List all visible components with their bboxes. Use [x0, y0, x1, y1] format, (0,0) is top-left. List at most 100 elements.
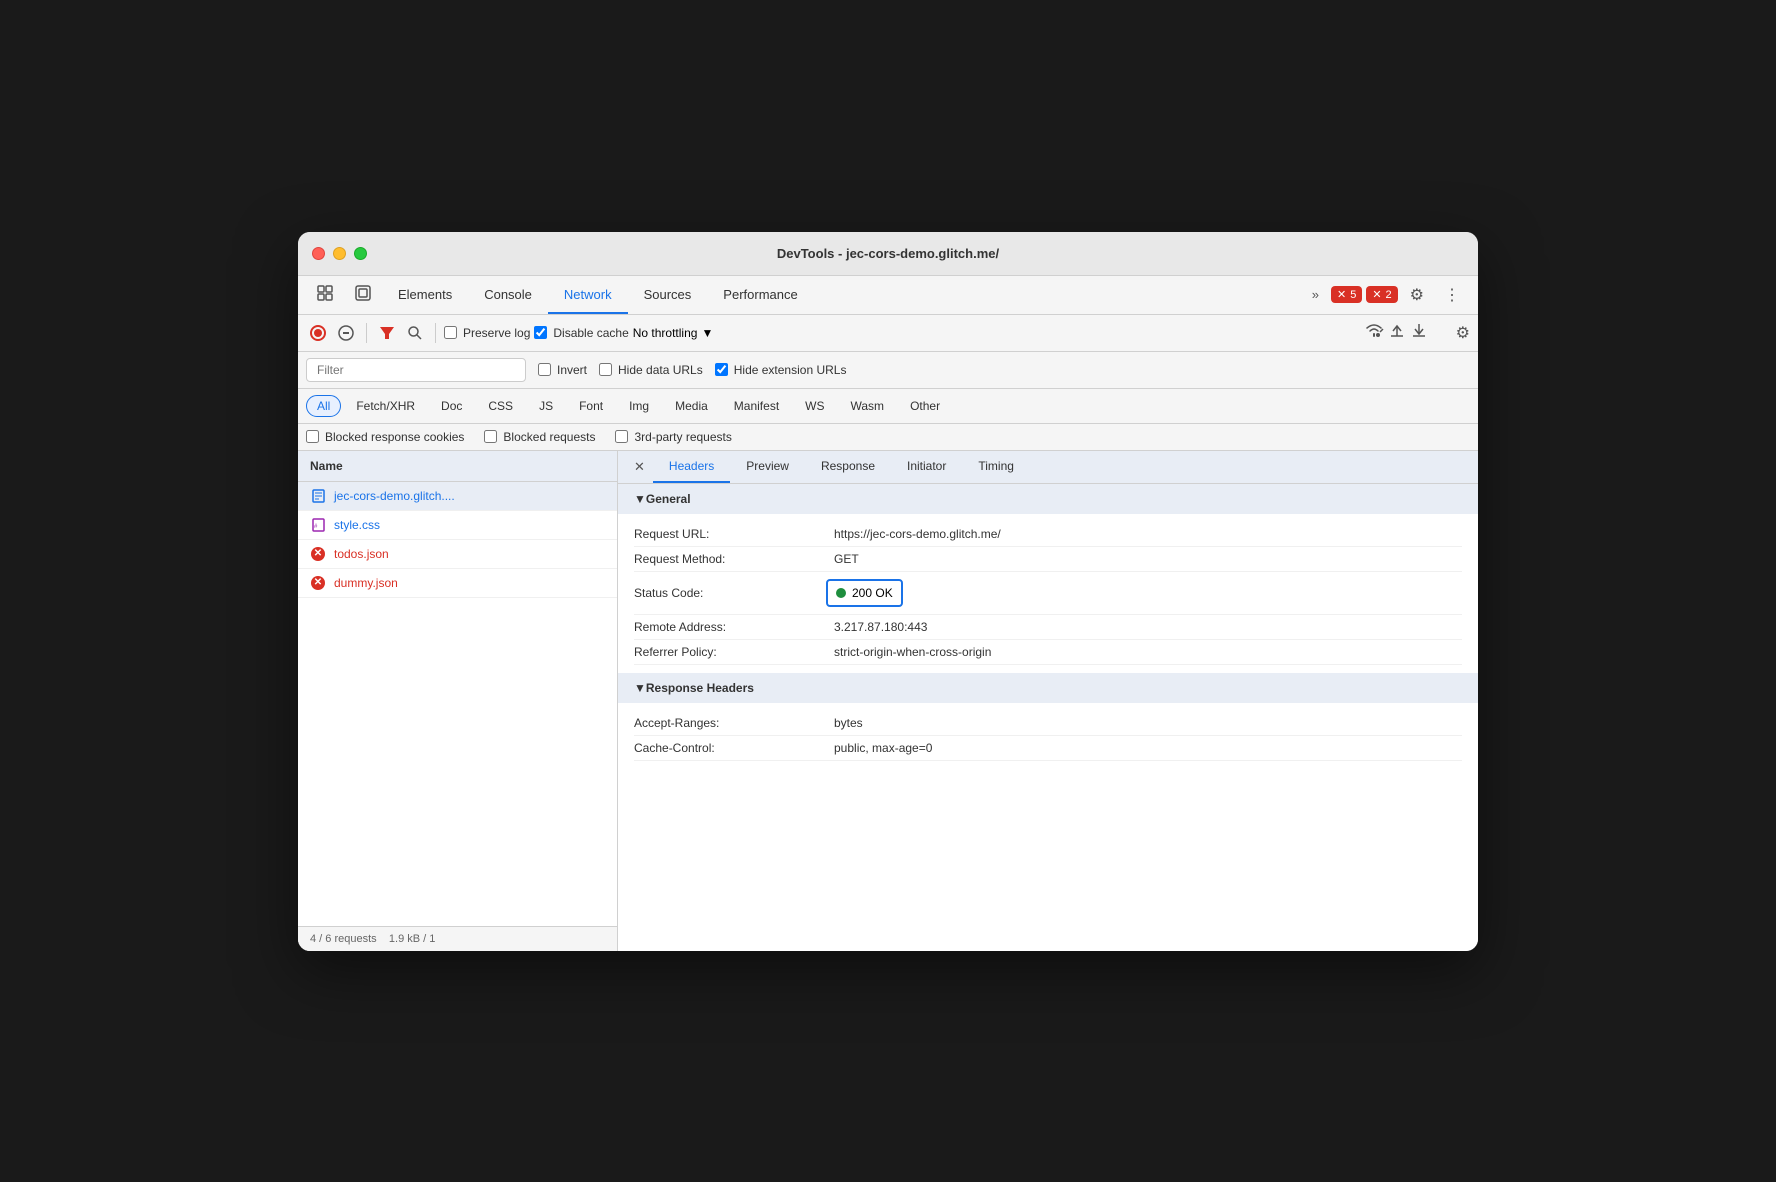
type-filter-manifest[interactable]: Manifest	[723, 395, 790, 417]
status-code-value: 200 OK	[826, 579, 903, 607]
hide-extension-urls-group: Hide extension URLs	[715, 363, 847, 377]
status-dot	[836, 588, 846, 598]
devtools-window: DevTools - jec-cors-demo.glitch.me/ Elem…	[298, 232, 1478, 951]
filter-input[interactable]	[306, 358, 526, 382]
general-section-header[interactable]: ▼General	[618, 484, 1478, 514]
hide-data-label[interactable]: Hide data URLs	[618, 363, 703, 377]
error-badge-2: ✕ 2	[1366, 286, 1397, 303]
disable-cache-label[interactable]: Disable cache	[553, 326, 628, 340]
throttle-selector[interactable]: No throttling ▼	[633, 326, 714, 340]
type-filter-ws[interactable]: WS	[794, 395, 835, 417]
error-badge-1: ✕ 5	[1331, 286, 1362, 303]
header-row-status-code: Status Code: 200 OK	[634, 572, 1462, 615]
close-button[interactable]	[312, 247, 325, 260]
list-item[interactable]: #style.css	[298, 511, 617, 540]
hide-data-checkbox[interactable]	[599, 363, 612, 376]
tab-timing[interactable]: Timing	[962, 451, 1030, 483]
toolbar-right-icons: ⚙	[1364, 321, 1470, 344]
file-item-name: dummy.json	[334, 576, 605, 590]
more-tabs-button[interactable]: »	[1302, 279, 1329, 310]
invert-checkbox[interactable]	[538, 363, 551, 376]
type-filter-js[interactable]: JS	[528, 395, 564, 417]
more-options-icon[interactable]: ⋮	[1434, 277, 1470, 313]
header-row-request-method: Request Method: GET	[634, 547, 1462, 572]
main-content: Name jec-cors-demo.glitch....#style.css✕…	[298, 451, 1478, 951]
type-filter-img[interactable]: Img	[618, 395, 660, 417]
network-settings-icon[interactable]: ⚙	[1456, 323, 1470, 343]
tab-network[interactable]: Network	[548, 277, 628, 314]
response-headers-section-header[interactable]: ▼Response Headers	[618, 673, 1478, 703]
type-filter-all[interactable]: All	[306, 395, 341, 417]
header-row-request-url: Request URL: https://jec-cors-demo.glitc…	[634, 522, 1462, 547]
svg-text:#: #	[314, 524, 318, 530]
settings-icon[interactable]: ⚙	[1400, 277, 1434, 313]
header-row-cache-control: Cache-Control: public, max-age=0	[634, 736, 1462, 761]
third-party-checkbox[interactable]	[615, 430, 628, 443]
blocked-requests-label[interactable]: Blocked requests	[503, 430, 595, 444]
tab-preview[interactable]: Preview	[730, 451, 805, 483]
invert-label[interactable]: Invert	[557, 363, 587, 377]
header-row-referrer-policy: Referrer Policy: strict-origin-when-cros…	[634, 640, 1462, 665]
tab-console[interactable]: Console	[468, 277, 548, 314]
list-item[interactable]: ✕todos.json	[298, 540, 617, 569]
hide-extension-checkbox[interactable]	[715, 363, 728, 376]
file-list-header: Name	[298, 451, 617, 482]
tab-response[interactable]: Response	[805, 451, 891, 483]
chevron-down-icon: ▼	[701, 326, 713, 340]
third-party-item: 3rd-party requests	[615, 430, 731, 444]
upload-icon[interactable]	[1388, 321, 1406, 344]
toolbar-divider-2	[435, 323, 436, 343]
right-panel: ✕ Headers Preview Response Initiator Tim…	[618, 451, 1478, 951]
record-button[interactable]	[306, 321, 330, 345]
disable-cache-checkbox[interactable]	[534, 326, 547, 339]
type-filter-font[interactable]: Font	[568, 395, 614, 417]
tab-performance[interactable]: Performance	[707, 277, 813, 314]
type-filter-wasm[interactable]: Wasm	[840, 395, 896, 417]
tab-sources[interactable]: Sources	[628, 277, 708, 314]
type-filter-bar: AllFetch/XHRDocCSSJSFontImgMediaManifest…	[298, 389, 1478, 424]
list-item[interactable]: jec-cors-demo.glitch....	[298, 482, 617, 511]
search-button[interactable]	[403, 321, 427, 345]
file-list: jec-cors-demo.glitch....#style.css✕todos…	[298, 482, 617, 926]
hide-extension-label[interactable]: Hide extension URLs	[734, 363, 847, 377]
inspect-icon[interactable]	[344, 276, 382, 314]
css-icon: #	[310, 517, 326, 533]
list-item[interactable]: ✕ dummy.json	[298, 569, 617, 598]
preserve-log-label[interactable]: Preserve log	[463, 326, 530, 340]
close-details-button[interactable]: ✕	[626, 451, 653, 483]
wifi-icon[interactable]	[1364, 322, 1384, 343]
maximize-button[interactable]	[354, 247, 367, 260]
minimize-button[interactable]	[333, 247, 346, 260]
clear-button[interactable]	[334, 321, 358, 345]
blocked-requests-checkbox[interactable]	[484, 430, 497, 443]
doc-icon	[310, 488, 326, 504]
filter-button[interactable]	[375, 321, 399, 345]
tab-initiator[interactable]: Initiator	[891, 451, 962, 483]
file-item-name: todos.json	[334, 547, 605, 561]
file-list-footer: 4 / 6 requests 1.9 kB / 1	[298, 926, 617, 951]
titlebar: DevTools - jec-cors-demo.glitch.me/	[298, 232, 1478, 276]
error-icon: ✕	[310, 575, 326, 591]
blocked-cookies-checkbox[interactable]	[306, 430, 319, 443]
third-party-label[interactable]: 3rd-party requests	[634, 430, 731, 444]
download-icon[interactable]	[1410, 321, 1428, 344]
blocked-requests-item: Blocked requests	[484, 430, 595, 444]
type-filter-media[interactable]: Media	[664, 395, 719, 417]
toolbar-divider-1	[366, 323, 367, 343]
type-filter-fetch-xhr[interactable]: Fetch/XHR	[345, 395, 426, 417]
blocked-bar: Blocked response cookies Blocked request…	[298, 424, 1478, 451]
response-headers-fields: Accept-Ranges: bytes Cache-Control: publ…	[618, 703, 1478, 769]
cursor-icon[interactable]	[306, 276, 344, 314]
general-fields: Request URL: https://jec-cors-demo.glitc…	[618, 514, 1478, 673]
tab-elements[interactable]: Elements	[382, 277, 468, 314]
disable-cache-group: Disable cache	[534, 326, 628, 340]
type-filter-css[interactable]: CSS	[477, 395, 524, 417]
type-filter-doc[interactable]: Doc	[430, 395, 473, 417]
type-filter-other[interactable]: Other	[899, 395, 951, 417]
tab-headers[interactable]: Headers	[653, 451, 730, 483]
preserve-log-checkbox[interactable]	[444, 326, 457, 339]
header-row-remote-address: Remote Address: 3.217.87.180:443	[634, 615, 1462, 640]
toolbar: Preserve log Disable cache No throttling…	[298, 315, 1478, 352]
blocked-cookies-label[interactable]: Blocked response cookies	[325, 430, 464, 444]
header-row-accept-ranges: Accept-Ranges: bytes	[634, 711, 1462, 736]
